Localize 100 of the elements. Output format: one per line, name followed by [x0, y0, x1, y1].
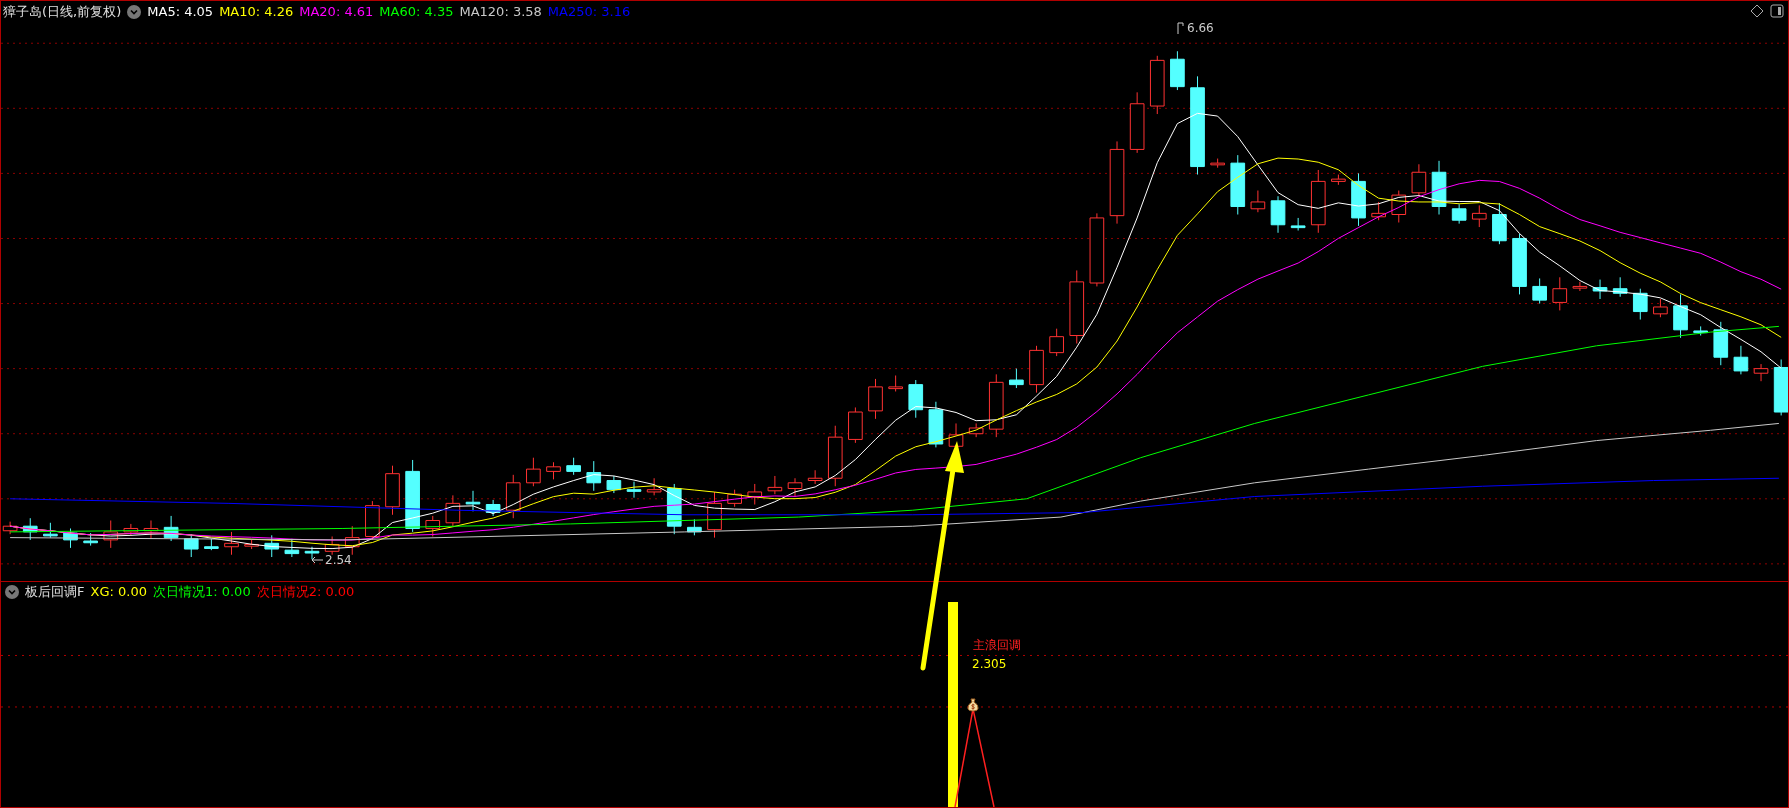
candlestick	[1572, 281, 1588, 292]
moving-average-value: MA120: 3.58	[459, 3, 542, 21]
money-bag-icon	[966, 698, 980, 712]
moving-average-value: MA20: 4.61	[299, 3, 374, 21]
candlestick	[22, 517, 38, 541]
chart-title: 獐子岛(日线,前复权)	[3, 3, 122, 21]
candlestick	[1713, 321, 1729, 366]
candlestick	[1029, 345, 1044, 394]
moving-average-value: MA10: 4.26	[219, 3, 294, 21]
flag-marker-icon	[1177, 22, 1185, 34]
panel-toggle-icon[interactable]	[1770, 4, 1784, 18]
candlestick	[284, 538, 300, 558]
candlestick	[1371, 201, 1386, 221]
candlestick	[1351, 172, 1366, 227]
candlestick	[606, 475, 622, 494]
candlestick	[928, 401, 944, 448]
candlestick	[1049, 328, 1064, 357]
signal-value: 2.305	[972, 656, 1007, 673]
candlestick	[1612, 276, 1628, 298]
candlestick	[1753, 363, 1769, 382]
candlestick	[1512, 233, 1527, 295]
dropdown-icon[interactable]	[5, 585, 19, 599]
candlestick	[1210, 158, 1225, 169]
candlestick	[183, 533, 199, 558]
candlestick	[83, 532, 98, 547]
moving-average-value: MA60: 4.35	[379, 3, 454, 21]
candlestick	[747, 483, 763, 505]
candlestick	[787, 477, 803, 497]
candlestick	[224, 531, 239, 556]
candlestick	[465, 490, 481, 512]
candlestick	[1149, 55, 1165, 115]
candlestick	[1653, 298, 1668, 318]
candlestick	[586, 460, 602, 492]
candlestick	[244, 539, 259, 550]
candlestick	[63, 528, 78, 549]
candlestick	[1170, 50, 1185, 91]
indicator-title: 板后回调F	[25, 583, 85, 602]
candlestick	[1391, 190, 1407, 223]
candlestick	[988, 373, 1004, 438]
candlestick	[888, 375, 903, 392]
moving-average-value: MA250: 3.16	[547, 3, 631, 21]
candlestick	[827, 425, 843, 487]
candlestick	[1290, 217, 1306, 231]
low-price-label: 2.54	[325, 552, 352, 569]
candlestick	[687, 518, 702, 536]
candlestick	[968, 422, 984, 438]
candlestick	[1492, 202, 1507, 245]
candlestick	[385, 465, 400, 516]
candlestick	[204, 538, 219, 551]
candlestick	[143, 520, 159, 540]
diamond-icon[interactable]	[1750, 4, 1764, 18]
candlestick	[1773, 359, 1788, 416]
candlestick	[908, 379, 924, 419]
candlestick	[1592, 279, 1608, 300]
candlestick	[526, 457, 541, 487]
candlestick	[1129, 91, 1145, 154]
candlestick	[1451, 203, 1467, 225]
candlestick	[344, 525, 360, 556]
candlestick	[868, 378, 883, 420]
candlestick	[1310, 169, 1326, 234]
candlestick	[1270, 195, 1286, 234]
candlestick	[1230, 154, 1246, 215]
candlestick	[646, 477, 662, 496]
candlestick	[445, 494, 461, 527]
indicator-value: 次日情况2: 0.00	[256, 583, 355, 602]
candlestick	[123, 523, 139, 536]
candlestick	[848, 406, 863, 444]
candlestick	[1009, 368, 1024, 389]
signal-label: 主浪回调	[973, 637, 1021, 654]
candlestick	[264, 534, 280, 558]
candlestick	[807, 469, 823, 485]
candlestick	[304, 546, 320, 560]
candlestick	[163, 515, 179, 542]
moving-average-value: MA5: 4.05	[147, 3, 214, 21]
high-price-label: 6.66	[1187, 20, 1214, 37]
candlestick	[485, 499, 501, 517]
candlestick	[707, 491, 722, 539]
candlestick	[425, 515, 441, 537]
candlestick	[546, 461, 561, 480]
candlestick	[505, 474, 521, 519]
indicator-value: XG: 0.00	[90, 583, 147, 602]
candlestick	[1411, 163, 1427, 197]
candlestick	[1431, 160, 1447, 215]
candlestick	[1532, 277, 1547, 305]
candlestick	[1693, 325, 1708, 337]
left-arrow-icon	[311, 556, 323, 564]
candlestick	[666, 483, 682, 535]
indicator-value: 次日情况1: 0.00	[152, 583, 251, 602]
candlestick	[43, 522, 58, 539]
candlestick	[566, 457, 581, 476]
candlestick	[324, 535, 340, 556]
dropdown-icon[interactable]	[127, 4, 142, 19]
candlestick	[1471, 204, 1487, 228]
candlestick	[1250, 190, 1266, 213]
candlestick	[1552, 276, 1568, 311]
candlestick	[1733, 345, 1749, 375]
candlestick	[1331, 174, 1346, 186]
candlestick	[767, 475, 783, 495]
candlestick	[1673, 293, 1688, 339]
candlestick	[103, 520, 119, 549]
